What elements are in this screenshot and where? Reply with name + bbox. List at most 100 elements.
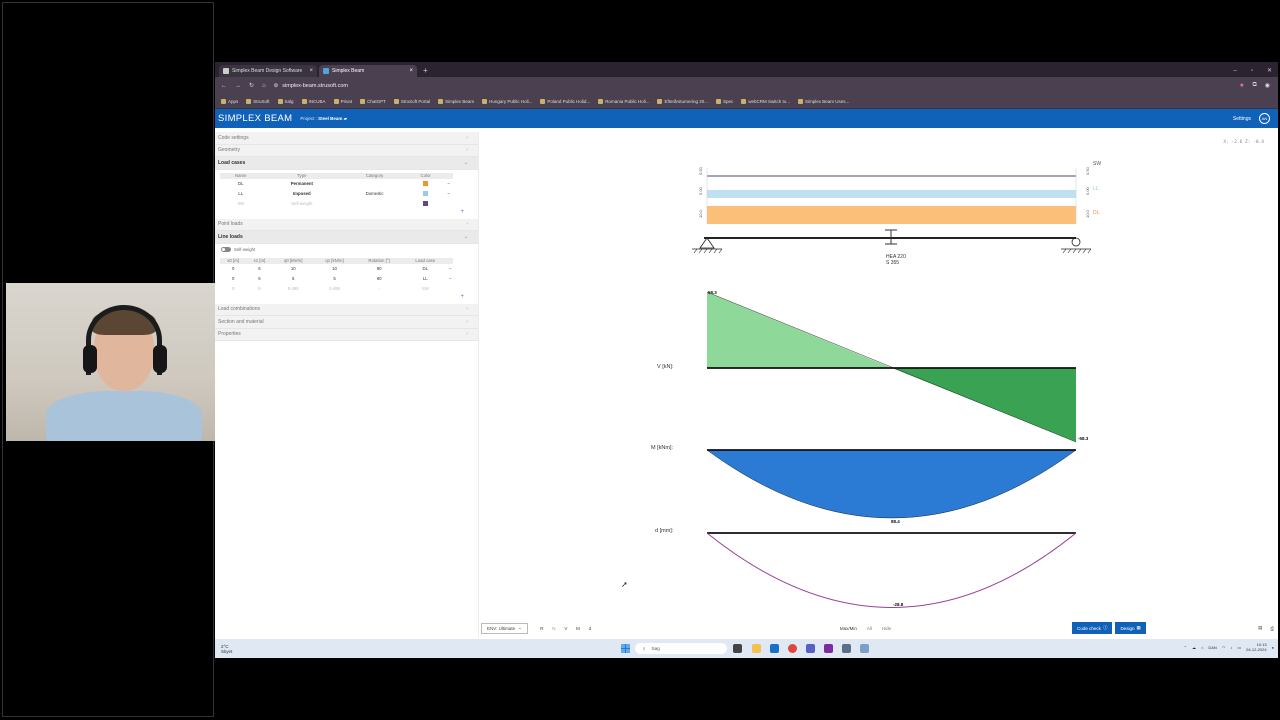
table-cell[interactable]: 0 (220, 274, 246, 284)
table-cell[interactable]: 0 (220, 264, 246, 274)
design-button[interactable]: Design ▦ (1115, 622, 1146, 634)
outlook-icon[interactable] (770, 644, 779, 653)
table-icon[interactable]: ▤ (1258, 625, 1262, 631)
table-cell[interactable]: DL (403, 264, 448, 274)
table-cell[interactable]: Domestic (342, 189, 407, 199)
bookmark-item[interactable]: Simplex Beam (438, 98, 474, 104)
url-field[interactable]: ⊜ simplex-beam.strusoft.com (274, 80, 1231, 91)
section-section-material[interactable]: Section and material › (215, 316, 478, 329)
onenote-icon[interactable] (824, 644, 833, 653)
network-icon[interactable]: ⌂ (1201, 645, 1203, 650)
view-maxmin[interactable]: Max/Min (836, 625, 861, 632)
table-row[interactable]: SW Self-weight (220, 199, 453, 209)
bookmark-item[interactable]: webCRM Switch to... (741, 98, 790, 104)
folder-icon[interactable]: ▰ (344, 116, 347, 121)
taskview-icon[interactable] (733, 644, 742, 653)
remove-row-icon[interactable]: – (444, 179, 453, 189)
toggle-reactions[interactable]: R (536, 626, 548, 631)
table-cell[interactable]: Imposed (262, 189, 343, 199)
table-cell[interactable]: 6 (246, 284, 272, 294)
bookmark-item[interactable]: StruSoft Portal (393, 98, 430, 104)
table-cell[interactable]: LL (220, 189, 262, 199)
language-indicator[interactable]: DAN (1208, 645, 1216, 650)
reload-icon[interactable]: ↻ (249, 82, 254, 89)
home-icon[interactable]: ⌂ (262, 83, 266, 89)
bookmark-item[interactable]: Apps (221, 98, 238, 104)
table-cell[interactable]: 10 (314, 264, 355, 274)
teams-icon[interactable] (806, 644, 815, 653)
table-row[interactable]: DL Permanent – (220, 179, 453, 189)
site-info-icon[interactable]: ⊜ (274, 83, 279, 89)
section-load-cases[interactable]: Load cases ⌄ (215, 157, 478, 170)
notification-icon[interactable]: ● (1272, 645, 1274, 650)
project-name[interactable]: Steel Beam (318, 116, 342, 121)
bookmark-item[interactable]: Hungary Public Holi... (482, 98, 532, 104)
settings-link[interactable]: Settings (1233, 116, 1251, 122)
table-row[interactable]: LL Imposed Domestic – (220, 189, 453, 199)
print-icon[interactable]: ⎙ (1270, 626, 1274, 631)
remove-row-icon[interactable]: – (444, 189, 453, 199)
weather-widget[interactable]: 2°C Skyet (221, 644, 232, 654)
chrome-icon[interactable] (788, 644, 797, 653)
extensions-icon[interactable]: ⧉ (1252, 82, 1256, 89)
table-cell[interactable]: SW (220, 199, 262, 209)
envelope-select[interactable]: ENV: Ultimate ⌄ (481, 622, 528, 634)
table-cell[interactable]: 0 (220, 284, 246, 294)
section-code-settings[interactable]: Code settings › (215, 132, 478, 145)
remove-row-icon[interactable]: – (448, 264, 453, 274)
table-cell[interactable]: Permanent (262, 179, 343, 189)
pinned-support-left[interactable] (692, 237, 723, 254)
add-line-load-button[interactable]: + (215, 294, 478, 304)
forward-icon[interactable]: → (235, 83, 241, 89)
table-cell[interactable]: 6 (246, 274, 272, 284)
clock[interactable]: 10:13 04-12-2024 (1246, 642, 1266, 652)
volume-icon[interactable]: ♪ (1230, 645, 1232, 650)
color-swatch[interactable] (423, 200, 429, 206)
section-load-combinations[interactable]: Load combinations › (215, 303, 478, 316)
table-row[interactable]: 0 6 5 5 90 LL – (220, 274, 453, 284)
toggle-deflection[interactable]: d (584, 626, 596, 631)
table-row[interactable]: 0 6 10 10 90 DL – (220, 264, 453, 274)
avatar[interactable]: AN (1259, 113, 1270, 124)
table-cell[interactable]: 5 (314, 274, 355, 284)
color-swatch[interactable] (423, 190, 429, 196)
table-cell[interactable]: LL (403, 274, 448, 284)
self-weight-toggle[interactable]: Self-weight (215, 244, 478, 255)
bookmark-item[interactable]: Spec (716, 98, 733, 104)
chevron-up-icon[interactable]: ⌃ (1184, 645, 1187, 650)
bookmark-item[interactable]: Efterårsturnering 20... (657, 98, 708, 104)
settings-app-icon[interactable] (860, 644, 869, 653)
table-cell[interactable]: Self-weight (262, 199, 343, 209)
remove-row-icon[interactable] (448, 284, 453, 294)
table-cell[interactable]: DL (220, 179, 262, 189)
tab-simplex-design[interactable]: Simplex Beam Design Software × (219, 65, 317, 77)
wifi-icon[interactable]: ◠ (1222, 645, 1226, 650)
windows-start-icon[interactable] (621, 644, 630, 653)
color-swatch[interactable] (423, 180, 429, 186)
remove-row-icon[interactable]: – (448, 274, 453, 284)
table-cell[interactable]: 0.495 (273, 284, 314, 294)
taskbar-search[interactable]: ⌕ Søg (635, 643, 727, 654)
bookmark-item[interactable]: Privat (333, 98, 352, 104)
new-tab-button[interactable]: + (423, 65, 428, 77)
tab-simplex-beam[interactable]: Simplex Beam × (319, 65, 417, 77)
table-cell[interactable] (342, 179, 407, 189)
view-all[interactable]: All (863, 625, 876, 632)
bookmark-star-icon[interactable]: ★ (1239, 82, 1244, 89)
table-row[interactable]: 0 6 0.495 0.495- SW (220, 284, 453, 294)
bookmark-item[interactable]: Romania Public Holi... (598, 98, 649, 104)
onedrive-icon[interactable]: ☁ (1192, 645, 1196, 650)
table-cell[interactable]: 90 (355, 264, 403, 274)
profile-icon[interactable]: ◉ (1265, 82, 1270, 89)
add-load-case-button[interactable]: + (215, 209, 478, 219)
toggle-shear[interactable]: V (560, 626, 572, 631)
code-check-button[interactable]: Code check ⓘ (1072, 622, 1113, 634)
bookmark-item[interactable]: Simplex Beam Uses... (798, 98, 849, 104)
bookmark-item[interactable]: Salg (277, 98, 294, 104)
back-icon[interactable]: ← (221, 83, 227, 89)
section-point-loads[interactable]: Point loads › (215, 218, 478, 231)
bookmark-item[interactable]: ChatGPT (360, 98, 386, 104)
bookmark-item[interactable]: INCUBA (301, 98, 326, 104)
close-window-icon[interactable]: ✕ (1267, 65, 1272, 77)
toggle-moment[interactable]: M (572, 626, 584, 631)
